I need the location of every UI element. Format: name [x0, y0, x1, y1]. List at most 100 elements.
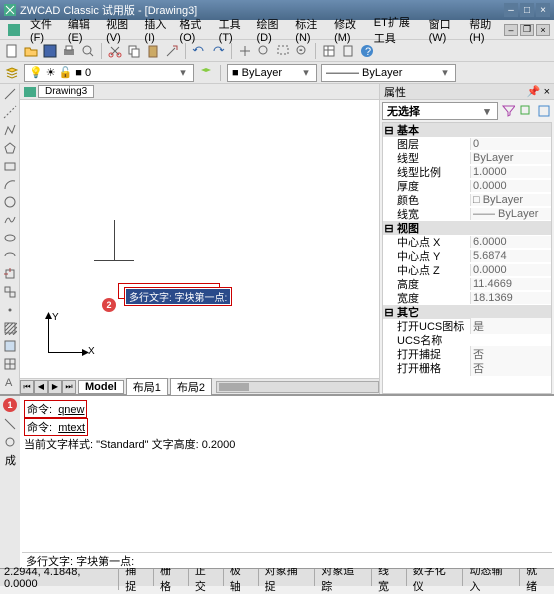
command-history[interactable]: 命令: qnew 命令: mtext 当前文字样式: "Standard" 文字… — [20, 396, 554, 568]
polygon-tool-icon[interactable] — [2, 140, 18, 156]
tab-layout2[interactable]: 布局2 — [170, 378, 212, 396]
prop-value[interactable]: —— ByLayer — [470, 208, 551, 220]
cut-icon[interactable] — [107, 43, 123, 59]
cmd-tool-icon[interactable] — [2, 434, 18, 450]
region-tool-icon[interactable] — [2, 338, 18, 354]
preview-icon[interactable] — [80, 43, 96, 59]
mdi-minimize-button[interactable]: – — [504, 24, 518, 36]
status-dyn[interactable]: 动态输入 — [463, 569, 520, 586]
properties-icon[interactable] — [321, 43, 337, 59]
spline-tool-icon[interactable] — [2, 212, 18, 228]
open-icon[interactable] — [23, 43, 39, 59]
prop-value[interactable]: 0.0000 — [470, 180, 551, 192]
menu-window[interactable]: 窗口(W) — [425, 14, 464, 46]
menu-tools[interactable]: 工具(T) — [215, 14, 251, 46]
print-icon[interactable] — [61, 43, 77, 59]
status-lwt[interactable]: 线宽 — [372, 569, 407, 586]
prop-value[interactable]: 0.0000 — [470, 264, 551, 276]
menu-dimension[interactable]: 标注(N) — [291, 14, 328, 46]
horizontal-scrollbar[interactable] — [216, 381, 379, 393]
linetype-dropdown[interactable]: ——— ByLayer ▾ — [321, 64, 456, 82]
prop-value[interactable]: 6.0000 — [470, 236, 551, 248]
table-tool-icon[interactable] — [2, 356, 18, 372]
tab-next-icon[interactable]: ▶ — [48, 380, 62, 394]
panel-close-icon[interactable]: × — [544, 86, 550, 98]
prop-value[interactable]: 是 — [470, 318, 551, 334]
arc-tool-icon[interactable] — [2, 176, 18, 192]
zoom-prev-icon[interactable]: - — [294, 43, 310, 59]
prop-value[interactable]: 18.1369 — [470, 292, 551, 304]
help-icon[interactable]: ? — [359, 43, 375, 59]
status-polar[interactable]: 极轴 — [224, 569, 259, 586]
mdi-close-button[interactable]: × — [536, 24, 550, 36]
mtext-tool-icon[interactable]: A — [2, 374, 18, 390]
document-tab[interactable]: Drawing3 — [38, 85, 94, 98]
app-menu-icon[interactable] — [4, 22, 24, 38]
pin-icon[interactable]: 📌 — [527, 86, 541, 98]
hatch-tool-icon[interactable] — [2, 320, 18, 336]
menu-modify[interactable]: 修改(M) — [330, 14, 368, 46]
collapse-icon[interactable]: ⊟ — [383, 124, 395, 137]
menu-edit[interactable]: 编辑(E) — [64, 14, 100, 46]
calc-icon[interactable] — [340, 43, 356, 59]
status-ortho[interactable]: 正交 — [189, 569, 224, 586]
insert-tool-icon[interactable] — [2, 266, 18, 282]
maximize-button[interactable]: □ — [520, 3, 534, 17]
zoom-window-icon[interactable] — [275, 43, 291, 59]
match-icon[interactable] — [164, 43, 180, 59]
prop-value[interactable]: ByLayer — [470, 152, 551, 164]
command-input[interactable]: 多行文字: 字块第一点: — [22, 552, 552, 568]
menu-et[interactable]: ET扩展工具 — [370, 12, 423, 48]
status-otrack[interactable]: 对象追踪 — [315, 569, 372, 586]
menu-format[interactable]: 格式(O) — [175, 14, 212, 46]
prop-value[interactable]: 5.6874 — [470, 250, 551, 262]
menu-insert[interactable]: 插入(I) — [140, 14, 173, 46]
tab-last-icon[interactable]: ⏭ — [62, 380, 76, 394]
prop-value[interactable]: 0 — [470, 138, 551, 150]
prop-value[interactable]: 11.4669 — [470, 278, 551, 290]
point-tool-icon[interactable] — [2, 302, 18, 318]
collapse-icon[interactable]: ⊟ — [383, 222, 395, 235]
rect-tool-icon[interactable] — [2, 158, 18, 174]
prop-value[interactable]: 1.0000 — [470, 166, 551, 178]
canvas[interactable]: 多行文字: 字块第一点: 2 Y X — [20, 100, 379, 378]
status-tablet[interactable]: 数字化仪 — [407, 569, 464, 586]
new-icon[interactable] — [4, 43, 20, 59]
tab-layout1[interactable]: 布局1 — [126, 378, 168, 396]
prop-value[interactable]: 否 — [470, 360, 551, 376]
line-tool-icon[interactable] — [2, 86, 18, 102]
status-osnap[interactable]: 对象捕捉 — [259, 569, 316, 586]
menu-view[interactable]: 视图(V) — [102, 14, 138, 46]
block-tool-icon[interactable] — [2, 284, 18, 300]
status-snap[interactable]: 捕捉 — [119, 569, 154, 586]
menu-draw[interactable]: 绘图(D) — [253, 14, 290, 46]
ellipse-tool-icon[interactable] — [2, 230, 18, 246]
mdi-restore-button[interactable]: ❐ — [520, 24, 534, 36]
layer-dropdown[interactable]: 💡 ☀ 🔓 ■ 0 ▾ — [24, 64, 194, 82]
close-button[interactable]: × — [536, 3, 550, 17]
tab-first-icon[interactable]: ⏮ — [20, 380, 34, 394]
collapse-icon[interactable]: ⊟ — [383, 306, 395, 319]
color-dropdown[interactable]: ■ ByLayer ▾ — [227, 64, 317, 82]
layer-manager-icon[interactable] — [4, 65, 20, 81]
xline-tool-icon[interactable] — [2, 104, 18, 120]
cmd-tool-icon[interactable] — [2, 416, 18, 432]
redo-icon[interactable] — [210, 43, 226, 59]
zoom-icon[interactable] — [256, 43, 272, 59]
select-objects-icon[interactable] — [518, 103, 534, 119]
pline-tool-icon[interactable] — [2, 122, 18, 138]
pickadd-icon[interactable] — [536, 103, 552, 119]
cmd-tool-icon[interactable]: 成 — [2, 452, 18, 468]
paste-icon[interactable] — [145, 43, 161, 59]
tab-model[interactable]: Model — [78, 380, 124, 394]
selection-dropdown[interactable]: 无选择 ▾ — [382, 102, 498, 120]
prop-value[interactable]: □ ByLayer — [470, 194, 551, 206]
quickselect-icon[interactable] — [500, 103, 516, 119]
save-icon[interactable] — [42, 43, 58, 59]
circle-tool-icon[interactable] — [2, 194, 18, 210]
layer-prev-icon[interactable] — [198, 65, 214, 81]
status-grid[interactable]: 栅格 — [154, 569, 189, 586]
ellipse-arc-tool-icon[interactable] — [2, 248, 18, 264]
pan-icon[interactable] — [237, 43, 253, 59]
copy-icon[interactable] — [126, 43, 142, 59]
